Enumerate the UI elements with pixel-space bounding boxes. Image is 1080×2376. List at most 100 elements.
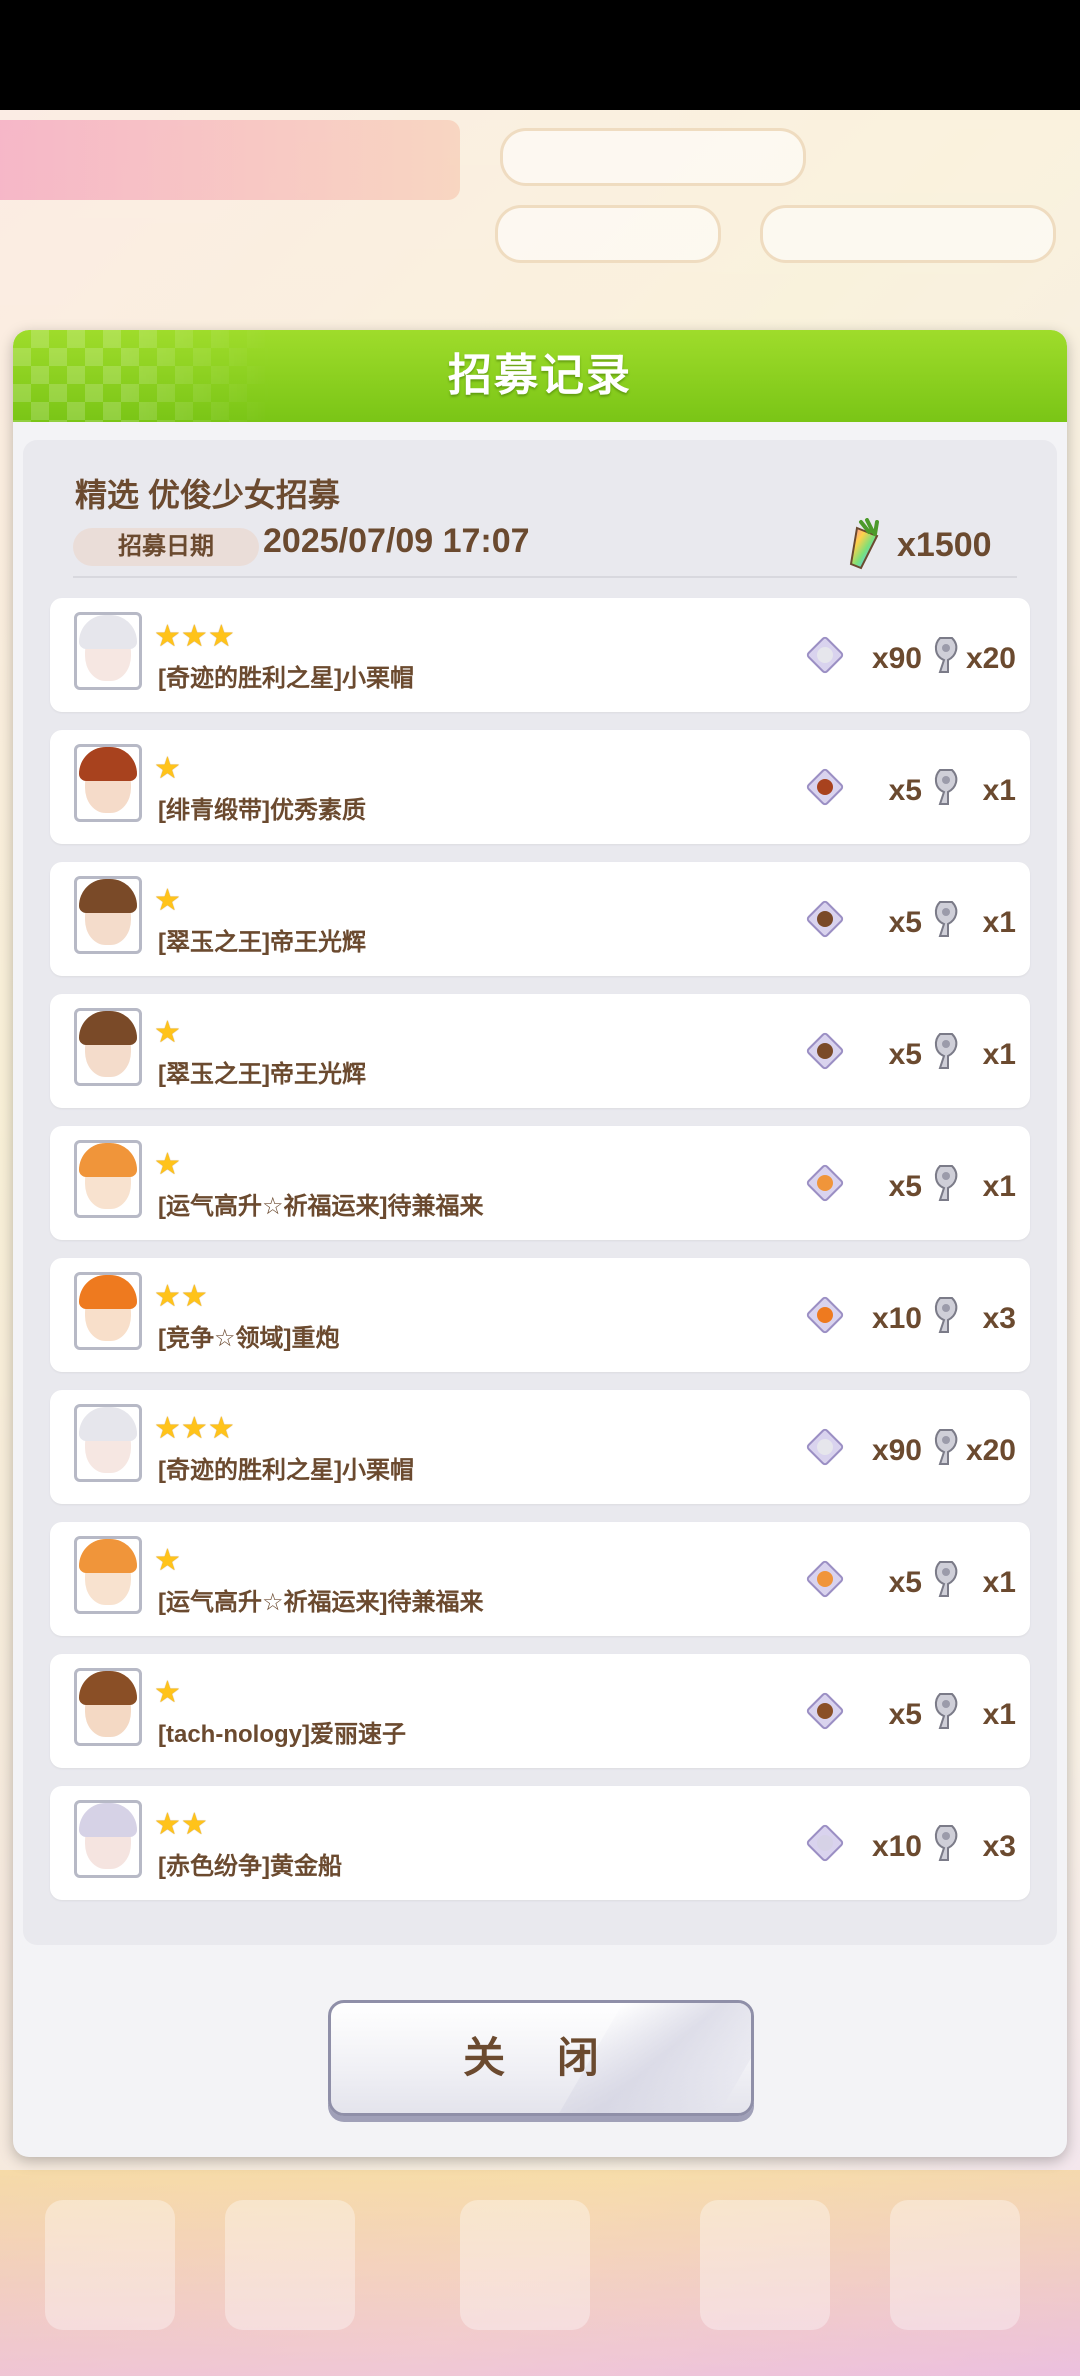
trophy-count: x1 [982, 906, 1016, 939]
star-icon: ★ [154, 1676, 181, 1709]
star-icon: ★ [154, 752, 181, 785]
character-name: [运气高升☆祈福运来]待兼福来 [158, 1193, 484, 1220]
piece-count: x10 [871, 1830, 922, 1863]
background-pill-button [500, 128, 806, 186]
status-bar [0, 0, 1080, 110]
background-nav-tab [45, 2200, 175, 2330]
rarity-stars: ★ [154, 1018, 181, 1048]
avatar-hair [79, 1539, 137, 1573]
piece-count: x5 [888, 1038, 922, 1071]
date-label: 招募日期 [73, 528, 259, 566]
character-piece-icon [806, 1296, 844, 1334]
character-name: [奇迹的胜利之星]小栗帽 [158, 665, 414, 692]
character-piece-icon [806, 636, 844, 674]
star-icon: ★ [180, 1808, 208, 1841]
rarity-stars: ★ ★ [154, 1810, 208, 1840]
avatar-hair [79, 1011, 137, 1045]
character-avatar [74, 876, 142, 954]
star-icon: ★ [154, 620, 181, 653]
record-row: ★ [翠玉之王]帝王光辉 x5 x1 [50, 994, 1030, 1108]
avatar-hair [79, 1407, 137, 1441]
character-name: [赤色纷争]黄金船 [158, 1853, 342, 1880]
rarity-stars: ★ ★ ★ [154, 622, 235, 652]
record-row: ★ ★ ★ [奇迹的胜利之星]小栗帽 x90 x20 [50, 598, 1030, 712]
rarity-stars: ★ ★ ★ [154, 1414, 235, 1444]
banner-name: 精选 优俊少女招募 [75, 477, 340, 513]
character-avatar [74, 744, 142, 822]
character-name: [奇迹的胜利之星]小栗帽 [158, 1457, 414, 1484]
dialog-header: 招募记录 [13, 330, 1067, 422]
background-nav-tab [890, 2200, 1020, 2330]
background-nav-tab [700, 2200, 830, 2330]
character-piece-icon [806, 900, 844, 938]
record-row: ★ ★ [竞争☆领域]重炮 x10 x3 [50, 1258, 1030, 1372]
star-icon: ★ [154, 1148, 181, 1181]
character-piece-icon [806, 1824, 844, 1862]
divider [73, 576, 1017, 578]
piece-count: x5 [888, 774, 922, 807]
star-icon: ★ [180, 620, 208, 653]
trophy-count: x1 [982, 1698, 1016, 1731]
rarity-stars: ★ [154, 1150, 181, 1180]
piece-count: x5 [888, 1698, 922, 1731]
star-icon: ★ [154, 1016, 181, 1049]
record-row: ★ [翠玉之王]帝王光辉 x5 x1 [50, 862, 1030, 976]
character-avatar [74, 1008, 142, 1086]
avatar-hair [79, 1143, 137, 1177]
dialog-title: 招募记录 [448, 351, 632, 400]
character-piece-icon [806, 1164, 844, 1202]
close-button[interactable]: 关 闭 [328, 2000, 754, 2116]
record-row: ★ ★ ★ [奇迹的胜利之星]小栗帽 x90 x20 [50, 1390, 1030, 1504]
background-pill-button [495, 205, 721, 263]
avatar-hair [79, 1275, 137, 1309]
piece-count: x5 [888, 1170, 922, 1203]
record-row: ★ [tach-nology]爱丽速子 x5 x1 [50, 1654, 1030, 1768]
background-pill-button [760, 205, 1056, 263]
avatar-hair [79, 747, 137, 781]
trophy-count: x1 [982, 1566, 1016, 1599]
close-button-label: 关 闭 [463, 2034, 619, 2081]
trophy-count: x3 [982, 1830, 1016, 1863]
character-avatar [74, 1536, 142, 1614]
star-icon: ★ [154, 1280, 181, 1313]
trophy-count: x3 [982, 1302, 1016, 1335]
character-piece-icon [806, 768, 844, 806]
background-nav-tab [225, 2200, 355, 2330]
background-nav-tab [460, 2200, 590, 2330]
character-name: [翠玉之王]帝王光辉 [158, 1061, 366, 1088]
avatar-hair [79, 1671, 137, 1705]
cost-value: x1500 [897, 526, 992, 564]
record-row: ★ [绯青缎带]优秀素质 x5 x1 [50, 730, 1030, 844]
character-piece-icon [806, 1560, 844, 1598]
character-name: [翠玉之王]帝王光辉 [158, 929, 366, 956]
piece-count: x90 [871, 1434, 922, 1467]
avatar-hair [79, 1803, 137, 1837]
trophy-count: x1 [982, 1038, 1016, 1071]
character-avatar [74, 612, 142, 690]
record-row: ★ ★ [赤色纷争]黄金船 x10 x3 [50, 1786, 1030, 1900]
avatar-hair [79, 879, 137, 913]
record-row: ★ [运气高升☆祈福运来]待兼福来 x5 x1 [50, 1522, 1030, 1636]
rarity-stars: ★ [154, 886, 181, 916]
character-name: [tach-nology]爱丽速子 [158, 1721, 406, 1748]
star-icon: ★ [154, 1544, 181, 1577]
piece-count: x5 [888, 906, 922, 939]
trophy-count: x1 [982, 774, 1016, 807]
character-name: [绯青缎带]优秀素质 [158, 797, 366, 824]
star-icon: ★ [207, 620, 235, 653]
character-avatar [74, 1404, 142, 1482]
avatar-hair [79, 615, 137, 649]
character-piece-icon [806, 1428, 844, 1466]
character-avatar [74, 1668, 142, 1746]
character-avatar [74, 1140, 142, 1218]
character-name: [竞争☆领域]重炮 [158, 1325, 340, 1352]
character-piece-icon [806, 1692, 844, 1730]
star-icon: ★ [154, 1808, 181, 1841]
character-avatar [74, 1272, 142, 1350]
star-icon: ★ [154, 884, 181, 917]
trophy-count: x20 [965, 1434, 1016, 1467]
trophy-count: x1 [982, 1170, 1016, 1203]
character-piece-icon [806, 1032, 844, 1070]
rarity-stars: ★ [154, 1546, 181, 1576]
character-name: [运气高升☆祈福运来]待兼福来 [158, 1589, 484, 1616]
